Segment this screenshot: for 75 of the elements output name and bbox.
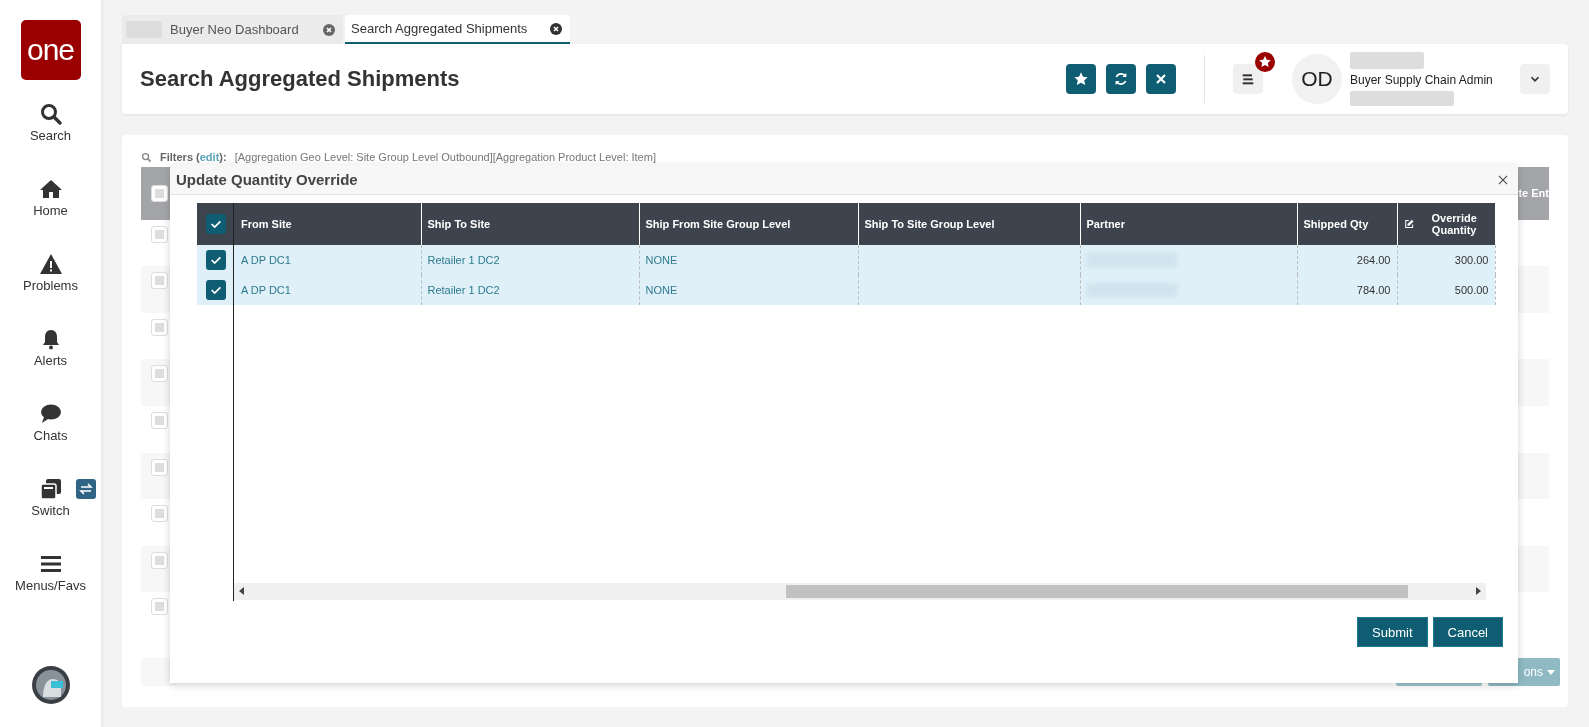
column-header[interactable]: Ship From Site Group Level [639, 203, 858, 245]
tab[interactable]: Buyer Neo Dashboard [122, 15, 343, 44]
dialog-button[interactable]: Cancel [1432, 617, 1503, 647]
home-icon [38, 177, 63, 201]
checkbox[interactable] [151, 598, 168, 616]
user-avatar[interactable]: OD [1292, 54, 1342, 104]
filter-label: Filters (edit): [160, 151, 227, 163]
caret-icon [1547, 669, 1555, 675]
close-icon[interactable] [550, 22, 562, 35]
table-cell: 784.00 [1297, 275, 1397, 305]
checkbox[interactable] [206, 214, 226, 234]
scroll-left-icon [238, 587, 245, 595]
table-cell: A DP DC1 [235, 275, 421, 305]
sidebar-item[interactable]: Switch [0, 477, 101, 552]
column-header[interactable]: Partner [1080, 203, 1297, 245]
menu-button[interactable] [1233, 64, 1263, 94]
tab-label: Search Aggregated Shipments [351, 21, 529, 36]
horizontal-scrollbar[interactable] [234, 583, 1486, 600]
warning-icon [38, 252, 63, 276]
user-role: Buyer Supply Chain Admin [1350, 73, 1494, 87]
filter-text: [Aggregation Geo Level: Site Group Level Outbound][Aggregation Product Level: Item] [234, 151, 656, 163]
table-cell: 500.00 [1397, 275, 1495, 305]
tab-label: Buyer Neo Dashboard [170, 22, 300, 37]
dropdown-button[interactable] [1520, 64, 1550, 94]
sidebar-item[interactable]: Search [0, 102, 101, 177]
swap-icon [75, 479, 96, 499]
checkbox[interactable] [151, 184, 168, 202]
sidebar-item[interactable]: Alerts [0, 327, 101, 402]
star-badge-icon [1255, 52, 1275, 72]
star-icon [1073, 71, 1089, 87]
scrollbar-thumb[interactable] [786, 585, 1408, 598]
table-cell: A DP DC1 [235, 245, 421, 275]
menu-icon [1240, 71, 1256, 87]
checkbox[interactable] [151, 505, 168, 523]
edit-icon [1403, 217, 1414, 231]
table-cell: NONE [639, 275, 858, 305]
sidebar-item[interactable]: Chats [0, 402, 101, 477]
close-icon[interactable] [323, 23, 335, 36]
table-cell: Retailer 1 DC2 [421, 245, 639, 275]
checkbox[interactable] [151, 225, 168, 243]
search-icon [38, 102, 63, 126]
checkbox[interactable] [151, 365, 168, 383]
checkbox[interactable] [151, 272, 168, 290]
checkbox[interactable] [151, 318, 168, 336]
checkbox[interactable] [206, 280, 226, 300]
column-header: te Ent [1518, 187, 1549, 200]
sidebar-item[interactable]: Problems [0, 252, 101, 327]
table-cell: NONE [639, 245, 858, 275]
checkbox[interactable] [206, 250, 226, 270]
table-cell: 264.00 [1297, 245, 1397, 275]
windows-icon [38, 477, 63, 501]
checkbox[interactable] [151, 551, 168, 569]
column-header[interactable]: From Site [235, 203, 421, 245]
close-page-button[interactable] [1146, 64, 1176, 94]
tab[interactable]: Search Aggregated Shipments [345, 15, 570, 44]
page-title: Search Aggregated Shipments [140, 66, 461, 92]
column-header[interactable]: Shipped Qty [1297, 203, 1397, 245]
logo[interactable]: one [20, 20, 81, 80]
table-cell: Retailer 1 DC2 [421, 275, 639, 305]
sidebar-item[interactable]: Home [0, 177, 101, 252]
search-icon [141, 151, 152, 163]
dialog-button[interactable]: Submit [1357, 617, 1428, 647]
checkbox[interactable] [151, 458, 168, 476]
checkbox[interactable] [151, 412, 168, 429]
refresh-button[interactable] [1106, 64, 1136, 94]
dialog-title: Update Quantity Override [176, 171, 358, 188]
refresh-icon [1113, 71, 1129, 87]
assistant-avatar-icon[interactable] [30, 665, 71, 705]
sidebar-item[interactable]: Menus/Favs [0, 552, 101, 627]
chat-bubble-icon [38, 402, 63, 426]
column-header[interactable]: Ship To Site [421, 203, 639, 245]
table-cell: 300.00 [1397, 245, 1495, 275]
favorite-button[interactable] [1066, 64, 1096, 94]
scroll-right-icon [1475, 587, 1482, 595]
column-header[interactable]: Ship To Site Group Level [858, 203, 1080, 245]
